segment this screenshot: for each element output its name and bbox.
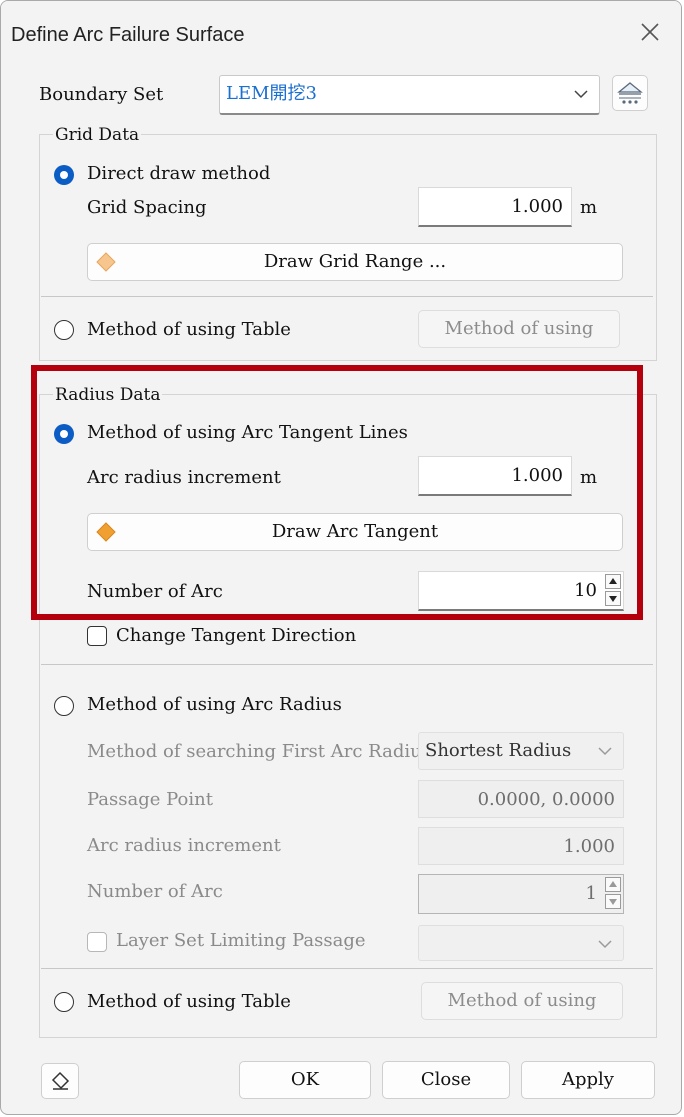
close-icon[interactable] (637, 19, 663, 45)
grid-spacing-value: 1.000 (511, 196, 563, 217)
grid-data-title: Grid Data (53, 125, 142, 145)
radius-separator-1 (41, 664, 653, 665)
diamond-icon (96, 252, 116, 272)
eraser-icon (51, 1071, 70, 1090)
passage-point-input[interactable]: 0.0000, 0.0000 (418, 780, 624, 818)
close-button-label: Close (420, 1069, 472, 1090)
layer-set-limiting-checkbox[interactable] (87, 932, 107, 952)
arc-radius-label: Method of using Arc Radius (87, 694, 342, 715)
radius-table-button[interactable]: Method of using (421, 982, 623, 1020)
grid-table-label: Method of using Table (87, 319, 291, 340)
chevron-down-icon (598, 940, 612, 949)
direct-draw-label: Direct draw method (87, 163, 271, 184)
grid-spacing-label: Grid Spacing (87, 197, 207, 218)
arc-radius-increment-2-value: 1.000 (563, 836, 615, 857)
title-bar: Define Arc Failure Surface (1, 1, 681, 65)
grid-table-button-label: Method of using (444, 318, 594, 339)
grid-spacing-unit: m (580, 197, 598, 218)
grid-spacing-input[interactable]: 1.000 (418, 187, 572, 227)
draw-grid-range-button[interactable]: Draw Grid Range ... (87, 243, 623, 281)
apply-button-label: Apply (562, 1069, 614, 1090)
search-first-arc-dropdown[interactable]: Shortest Radius (418, 732, 624, 770)
grid-table-button[interactable]: Method of using (418, 310, 620, 348)
ok-button-label: OK (290, 1069, 320, 1090)
boundary-set-select-button[interactable] (612, 75, 648, 111)
boundary-set-dropdown[interactable]: LEM開挖3 (219, 75, 600, 115)
passage-point-label: Passage Point (87, 789, 213, 810)
search-first-arc-label: Method of searching First Arc Radius (87, 741, 431, 762)
number-of-arc-2-spin[interactable] (605, 877, 621, 910)
highlight-frame (31, 365, 643, 620)
direct-draw-radio[interactable] (54, 165, 74, 185)
apply-button[interactable]: Apply (521, 1061, 655, 1099)
change-tangent-direction-label: Change Tangent Direction (116, 625, 357, 646)
radius-table-label: Method of using Table (87, 991, 291, 1012)
layer-set-limiting-dropdown[interactable] (418, 925, 624, 961)
number-of-arc-2-label: Number of Arc (87, 881, 223, 902)
close-button[interactable]: Close (382, 1061, 510, 1099)
spin-up-icon[interactable] (605, 877, 621, 892)
arc-radius-radio[interactable] (54, 696, 74, 716)
grid-separator (41, 296, 653, 297)
eraser-button[interactable] (41, 1063, 79, 1099)
arc-radius-increment-2-label: Arc radius increment (87, 835, 281, 856)
boundary-set-icon (617, 82, 643, 104)
ok-button[interactable]: OK (239, 1061, 371, 1099)
change-tangent-direction-checkbox[interactable] (87, 626, 107, 646)
number-of-arc-2-stepper[interactable]: 1 (418, 874, 624, 914)
chevron-down-icon (574, 90, 588, 99)
number-of-arc-2-value: 1 (585, 883, 597, 904)
radius-table-button-label: Method of using (447, 990, 597, 1011)
define-arc-failure-surface-dialog: Define Arc Failure Surface Boundary Set … (0, 0, 682, 1115)
dialog-title: Define Arc Failure Surface (11, 24, 245, 46)
chevron-down-icon (598, 747, 612, 756)
draw-grid-range-label: Draw Grid Range ... (263, 251, 447, 272)
arc-radius-increment-2-input[interactable]: 1.000 (418, 827, 624, 865)
radius-separator-2 (41, 968, 653, 969)
search-first-arc-value: Shortest Radius (425, 740, 572, 761)
grid-table-radio[interactable] (54, 320, 74, 340)
boundary-set-value: LEM開挖3 (226, 83, 317, 104)
layer-set-limiting-label: Layer Set Limiting Passage (116, 930, 366, 951)
passage-point-value: 0.0000, 0.0000 (477, 789, 615, 810)
spin-down-icon[interactable] (605, 894, 621, 909)
boundary-set-label: Boundary Set (39, 84, 164, 105)
radius-table-radio[interactable] (54, 992, 74, 1012)
